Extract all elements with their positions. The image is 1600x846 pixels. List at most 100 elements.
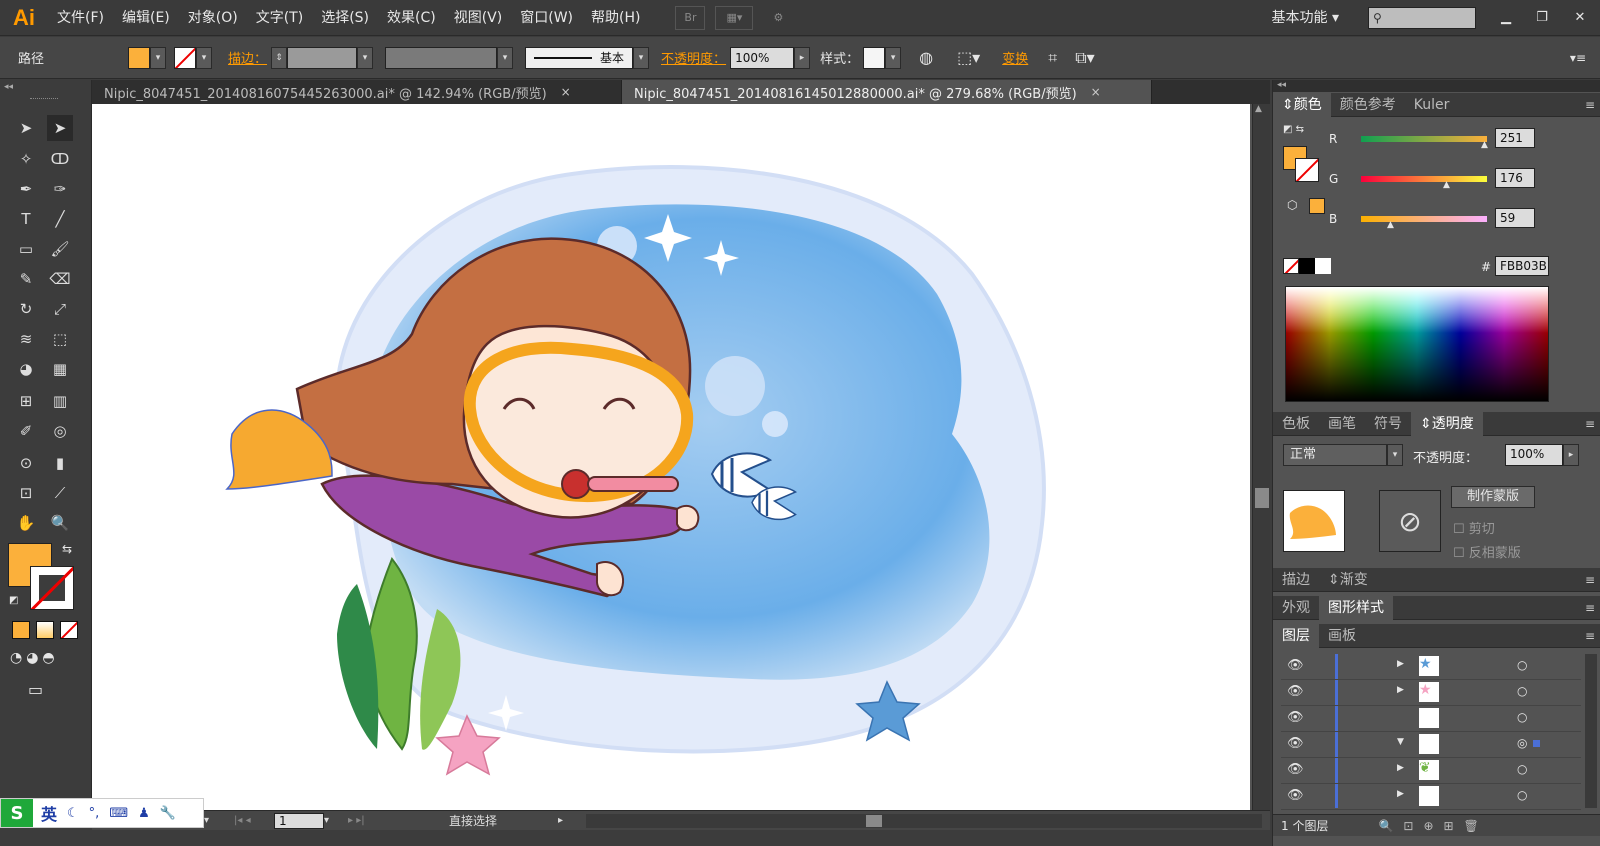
arrange-documents-icon[interactable]: ▦▾: [715, 5, 754, 30]
menu-edit[interactable]: 编辑(E): [113, 0, 179, 36]
gpu-performance-icon[interactable]: ⚙: [763, 6, 793, 30]
opacity-panel-link[interactable]: 不透明度：: [661, 48, 726, 67]
vertical-scrollbar[interactable]: ▲: [1252, 104, 1270, 810]
menu-effect[interactable]: 效果(C): [378, 0, 445, 36]
direct-selection-tool-icon[interactable]: ➤: [47, 115, 73, 141]
artboard-dropdown-icon[interactable]: ▾: [324, 815, 348, 826]
rectangle-tool-icon[interactable]: ▭: [13, 236, 39, 262]
panel-menu-icon[interactable]: ≡: [1585, 601, 1595, 615]
tab-document-2[interactable]: Nipic_8047451_20140816145012880000.ai* @…: [622, 80, 1152, 104]
blend-tool-icon[interactable]: ◎: [47, 418, 73, 444]
gamut-swatch[interactable]: [1309, 198, 1325, 214]
eye-icon[interactable]: 👁: [1287, 736, 1304, 751]
layers-scrollbar[interactable]: [1585, 654, 1597, 808]
eye-icon[interactable]: 👁: [1287, 658, 1304, 673]
make-mask-button[interactable]: 制作蒙版: [1451, 486, 1535, 508]
tab-document-1[interactable]: Nipic_8047451_20140816075445263000.ai* @…: [92, 80, 622, 104]
ime-wrench-icon[interactable]: 🔧: [160, 806, 176, 821]
gradient-mode-icon[interactable]: [36, 621, 54, 639]
layer-row[interactable]: 👁 ▶ ❦ ○: [1281, 758, 1581, 784]
layer-row[interactable]: 👁 ▶ ★ ○: [1281, 680, 1581, 706]
menu-object[interactable]: 对象(O): [179, 0, 247, 36]
tab-symbols[interactable]: 符号: [1365, 412, 1411, 436]
color-default-icon[interactable]: ◩ ⇆: [1283, 124, 1304, 135]
menu-view[interactable]: 视图(V): [445, 0, 512, 36]
default-colors-icon[interactable]: ◩: [9, 595, 18, 606]
expand-arrow-icon[interactable]: ▶: [1397, 763, 1404, 773]
pencil-tool-icon[interactable]: ✎: [13, 266, 39, 292]
layer-row[interactable]: 👁 ○: [1281, 706, 1581, 732]
invert-mask-checkbox[interactable]: ☐ 反相蒙版: [1453, 542, 1521, 561]
tab-artboards[interactable]: 画板: [1319, 624, 1365, 648]
ime-user-icon[interactable]: ♟: [138, 806, 150, 821]
expand-arrow-icon[interactable]: ▶: [1397, 685, 1404, 695]
brush-definition[interactable]: 基本: [525, 46, 634, 69]
isolate-icon[interactable]: ⌗: [1048, 48, 1057, 68]
target-circle-icon[interactable]: ○: [1517, 710, 1527, 724]
out-of-gamut-icon[interactable]: ⬡: [1287, 198, 1297, 212]
rotate-tool-icon[interactable]: ↻: [13, 296, 39, 322]
color-spectrum[interactable]: [1285, 286, 1549, 402]
eye-icon[interactable]: 👁: [1287, 684, 1304, 699]
gradient-tool-icon[interactable]: ▥: [47, 388, 73, 414]
pen-tool-icon[interactable]: ✒: [13, 176, 39, 202]
black-color-button[interactable]: [1299, 258, 1315, 274]
close-icon[interactable]: ✕: [1560, 10, 1600, 25]
line-tool-icon[interactable]: ╱: [47, 206, 73, 232]
tab-brushes[interactable]: 画笔: [1319, 412, 1365, 436]
column-graph-tool-icon[interactable]: ▮: [47, 450, 73, 476]
g-slider[interactable]: [1361, 176, 1487, 182]
draw-mode-icon[interactable]: ◔◕◓: [10, 650, 59, 666]
none-color-button[interactable]: [1283, 258, 1299, 274]
stroke-swatch[interactable]: [174, 46, 196, 69]
g-slider-thumb[interactable]: ▲: [1443, 180, 1450, 190]
panel-menu-icon[interactable]: ▾≡: [1570, 51, 1586, 65]
expand-arrow-icon[interactable]: ▶: [1397, 789, 1404, 799]
collapse-icon[interactable]: ◂◂: [4, 82, 13, 92]
last-artboard-icon[interactable]: ▸ ▸|: [348, 815, 388, 826]
artboard-tool-icon[interactable]: ⊡: [13, 480, 39, 506]
blend-dropdown-icon[interactable]: ▾: [1387, 444, 1403, 466]
curvature-tool-icon[interactable]: ✑: [47, 176, 73, 202]
lasso-tool-icon[interactable]: ↀ: [47, 146, 73, 172]
opacity-arrow-icon[interactable]: ▸: [1563, 444, 1579, 466]
r-slider-thumb[interactable]: ▲: [1481, 140, 1488, 150]
ime-keyboard-icon[interactable]: ⌨: [109, 806, 128, 821]
slice-tool-icon[interactable]: ⟋: [47, 480, 73, 506]
align-icon[interactable]: ⬚▾: [957, 48, 980, 67]
object-thumbnail[interactable]: [1283, 490, 1345, 552]
stroke-color-box[interactable]: [30, 566, 74, 610]
transform-link[interactable]: 变换: [1002, 48, 1028, 67]
panel-menu-icon[interactable]: ≡: [1585, 98, 1595, 112]
first-artboard-icon[interactable]: |◂ ◂: [234, 815, 274, 826]
menu-file[interactable]: 文件(F): [48, 0, 113, 36]
eye-icon[interactable]: 👁: [1287, 710, 1304, 725]
stroke-weight-dropdown-icon[interactable]: ▾: [357, 46, 374, 69]
clip-checkbox[interactable]: ☐ 剪切: [1453, 518, 1495, 537]
zoom-tool-icon[interactable]: 🔍: [47, 510, 73, 536]
panel-menu-icon[interactable]: ≡: [1585, 417, 1595, 431]
opacity-arrow-icon[interactable]: ▸: [794, 46, 811, 69]
layers-footer-icons[interactable]: 🔍⊡⊕⊞🗑: [1378, 819, 1488, 833]
panel-menu-icon[interactable]: ≡: [1585, 573, 1595, 587]
tab-appearance[interactable]: 外观: [1273, 596, 1319, 620]
hex-field[interactable]: FBB03B: [1495, 256, 1549, 276]
fill-dropdown-icon[interactable]: ▾: [150, 46, 166, 69]
color-stroke-box[interactable]: [1295, 158, 1319, 182]
selection-tool-icon[interactable]: ➤: [13, 115, 39, 141]
ime-language[interactable]: 英: [41, 801, 57, 825]
tab-kuler[interactable]: Kuler: [1405, 93, 1459, 117]
h-scroll-thumb[interactable]: [866, 814, 882, 827]
perspective-grid-tool-icon[interactable]: ▦: [47, 356, 73, 382]
layer-row[interactable]: 👁 ▶ ★ ○: [1281, 654, 1581, 680]
menu-window[interactable]: 窗口(W): [511, 0, 582, 36]
b-value-field[interactable]: 59: [1495, 208, 1535, 228]
ime-punct-icon[interactable]: °,: [89, 806, 100, 821]
layer-row[interactable]: 👁 ▶ ○: [1281, 784, 1581, 810]
scale-tool-icon[interactable]: ⤢: [47, 296, 73, 322]
r-slider[interactable]: [1361, 136, 1487, 142]
tab-transparency[interactable]: ⇕透明度: [1411, 411, 1483, 436]
scroll-up-icon[interactable]: ▲: [1255, 104, 1262, 114]
restore-icon[interactable]: ❐: [1524, 10, 1560, 25]
tab-swatches[interactable]: 色板: [1273, 412, 1319, 436]
